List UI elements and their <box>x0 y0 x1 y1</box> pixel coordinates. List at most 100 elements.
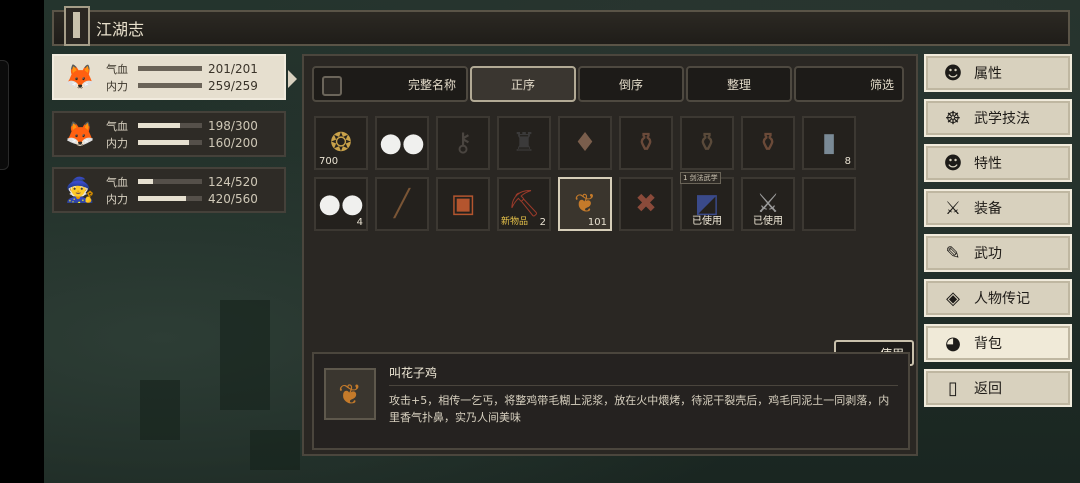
sword-icon: ⚔ <box>944 197 962 219</box>
menu-label: 武功 <box>974 246 1002 262</box>
journal-icon[interactable] <box>64 6 90 46</box>
meditate-icon: ☸ <box>944 107 962 129</box>
menu-item-trait[interactable]: ☻ 特性 <box>924 144 1072 182</box>
hp-bar <box>138 179 202 184</box>
party-member-card[interactable]: 🦊 气血 198/300 内力 160/200 <box>52 111 286 157</box>
tab-label: 正序 <box>510 77 535 92</box>
scroll-icon: ✎ <box>945 242 961 264</box>
inventory-slot[interactable]: ▮ 8 <box>802 116 856 170</box>
mp-label: 内力 <box>106 79 128 93</box>
mp-bar <box>138 83 202 88</box>
exit-icon: ▯ <box>948 377 958 399</box>
tab-descending[interactable]: 倒序 <box>578 66 684 102</box>
portrait-icon: 🦊 <box>65 63 95 91</box>
tab-full-name[interactable]: 完整名称 <box>312 66 468 102</box>
menu-item-diamond[interactable]: ◈ 人物传记 <box>924 279 1072 317</box>
tab-organize[interactable]: 整理 <box>686 66 792 102</box>
item-tag: 1 剑法武学 <box>680 172 721 184</box>
new-item-label: 新物品 <box>501 217 529 227</box>
wine-jar-icon: ⚱ <box>696 128 718 158</box>
item-count: 4 <box>356 217 363 228</box>
hp-row: 气血 124/520 <box>106 174 258 189</box>
inventory-slot[interactable]: ⚱ <box>619 116 673 170</box>
robe-icon: ♜ <box>512 128 536 158</box>
bottle-icon: ▮ <box>821 128 837 158</box>
member-stats: 气血 198/300 内力 160/200 <box>106 118 258 150</box>
menu-item-sword[interactable]: ⚔ 装备 <box>924 189 1072 227</box>
member-stats: 气血 124/520 内力 420/560 <box>106 174 258 206</box>
inventory-panel: 完整名称 正序 倒序 整理 筛选 ❂ 700 ●● ⚷ ♜ ♦ ⚱ ⚱ ⚱ ▮ 8 ●● 4 ╱ ▣ ⛏ 新物品… <box>302 54 918 456</box>
trait-icon: ☻ <box>943 152 963 174</box>
menu-label: 特性 <box>974 156 1002 172</box>
inventory-slot[interactable]: ●● <box>375 116 429 170</box>
menu-label: 背包 <box>974 336 1002 352</box>
inventory-slot[interactable]: ♦ <box>558 116 612 170</box>
wine-jar-icon: ⚱ <box>635 128 657 158</box>
tab-filter[interactable]: 筛选 <box>794 66 904 102</box>
mp-value: 259/259 <box>208 78 258 93</box>
empty-slot[interactable] <box>802 177 856 231</box>
menu-item-meditate[interactable]: ☸ 武学技法 <box>924 99 1072 137</box>
inventory-slot[interactable]: ✖ <box>619 177 673 231</box>
hp-row: 气血 201/201 <box>106 61 258 76</box>
inventory-slot[interactable]: ⚷ <box>436 116 490 170</box>
inventory-slot[interactable]: ⚔ 已使用 <box>741 177 795 231</box>
party-member-card[interactable]: 🦊 气血 201/201 内力 259/259 <box>52 54 286 100</box>
menu-item-bag[interactable]: ◕ 背包 <box>924 324 1072 362</box>
roast-chicken-icon: ❦ <box>324 368 376 420</box>
inventory-slot[interactable]: ⛏ 新物品 2 <box>497 177 551 231</box>
map-tile <box>250 430 300 470</box>
device-notch <box>0 60 9 170</box>
map-tile <box>220 300 270 410</box>
inventory-slot[interactable]: ●● 4 <box>314 177 368 231</box>
menu-label: 装备 <box>974 201 1002 217</box>
hp-label: 气血 <box>106 119 128 133</box>
coins-icon: ❂ <box>330 128 352 158</box>
menu-label: 人物传记 <box>974 291 1030 307</box>
inventory-slot[interactable]: ▣ <box>436 177 490 231</box>
item-name: 叫花子鸡 <box>389 366 438 380</box>
mp-value: 420/560 <box>208 191 258 206</box>
mp-value: 160/200 <box>208 135 258 150</box>
inventory-slot[interactable]: ❦ 101 <box>558 177 612 231</box>
tab-label: 整理 <box>726 77 751 92</box>
item-description: 攻击+5，相传一乞丐，将整鸡带毛糊上泥浆，放在火中煨烤，待泥干裂壳后，鸡毛同泥土… <box>389 394 890 424</box>
hp-bar <box>138 123 202 128</box>
hp-fill <box>138 179 154 184</box>
menu-label: 属性 <box>974 66 1002 82</box>
map-tile <box>140 380 180 440</box>
bag-icon: ◕ <box>945 332 961 354</box>
sort-tabs: 完整名称 正序 倒序 整理 筛选 <box>312 66 910 102</box>
menu-item-exit[interactable]: ▯ 返回 <box>924 369 1072 407</box>
inventory-slot[interactable]: ◩ 1 剑法武学 已使用 <box>680 172 734 231</box>
hp-label: 气血 <box>106 62 128 76</box>
mp-fill <box>138 196 186 201</box>
inventory-slot[interactable]: ╱ <box>375 177 429 231</box>
party-member-card[interactable]: 🧙 气血 124/520 内力 420/560 <box>52 167 286 213</box>
key-icon: ⚷ <box>453 128 473 158</box>
mp-bar <box>138 196 202 201</box>
mp-row: 内力 259/259 <box>106 78 258 93</box>
inventory-slot[interactable]: ⚱ <box>680 116 734 170</box>
mp-row: 内力 420/560 <box>106 191 258 206</box>
hp-value: 201/201 <box>208 61 258 76</box>
inventory-slot[interactable]: ♜ <box>497 116 551 170</box>
selected-arrow-icon <box>288 70 297 88</box>
tab-ascending[interactable]: 正序 <box>470 66 576 102</box>
title-bar: 江湖志 <box>52 6 1070 46</box>
member-stats: 气血 201/201 内力 259/259 <box>106 61 258 93</box>
menu-item-scroll[interactable]: ✎ 武功 <box>924 234 1072 272</box>
portrait-icon: 🧙 <box>65 176 95 204</box>
crossed-tools-icon: ✖ <box>635 189 657 219</box>
hp-fill <box>138 66 202 71</box>
inventory-slot[interactable]: ❂ 700 <box>314 116 368 170</box>
full-name-checkbox[interactable] <box>322 76 342 96</box>
item-count: 700 <box>319 156 339 167</box>
menu-item-person[interactable]: ☻ 属性 <box>924 54 1072 92</box>
tab-label: 筛选 <box>869 77 894 92</box>
menu-label: 武学技法 <box>974 111 1030 127</box>
inventory-slot[interactable]: ⚱ <box>741 116 795 170</box>
item-count: 101 <box>587 217 607 228</box>
menu-label: 返回 <box>974 381 1002 397</box>
book-icon: ▣ <box>450 189 476 219</box>
